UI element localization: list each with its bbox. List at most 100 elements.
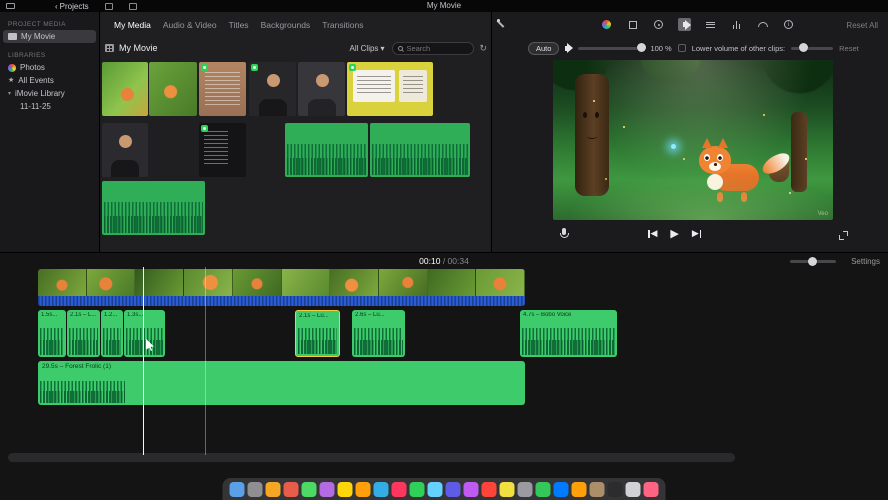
timeline-clip[interactable]: 1.3s... bbox=[124, 310, 165, 357]
dock-icon[interactable] bbox=[427, 481, 443, 497]
dock-icon[interactable] bbox=[481, 481, 497, 497]
volume-controls: Auto 100 % Lower volume of other clips: … bbox=[528, 41, 880, 55]
timeline-clip[interactable]: 2.6s – Lu... bbox=[352, 310, 405, 357]
sidebar-item-imovie-library[interactable]: ▾ iMovie Library bbox=[0, 87, 99, 100]
clips-filter-dropdown[interactable]: All Clips ▾ bbox=[350, 44, 385, 53]
voiceover-mic-icon[interactable] bbox=[560, 228, 569, 238]
media-thumbnail[interactable] bbox=[199, 62, 246, 116]
dock-icon[interactable] bbox=[373, 481, 389, 497]
dock-icon[interactable] bbox=[247, 481, 263, 497]
share-icon[interactable] bbox=[128, 2, 137, 10]
sidebar-item-library-date[interactable]: 11-11-25 bbox=[0, 100, 99, 113]
media-thumbnail[interactable] bbox=[249, 62, 296, 116]
tab-transitions[interactable]: Transitions bbox=[322, 20, 363, 30]
dock-icon[interactable] bbox=[445, 481, 461, 497]
back-to-projects-button[interactable]: ‹ Projects bbox=[55, 2, 89, 11]
person-badge-icon bbox=[201, 64, 208, 71]
auto-volume-button[interactable]: Auto bbox=[528, 41, 560, 55]
timeline-clip[interactable]: 1.5s... bbox=[38, 310, 66, 357]
enhance-wand-icon[interactable] bbox=[497, 19, 507, 29]
timeline-clip[interactable]: 1.2... bbox=[101, 310, 123, 357]
timeline-zoom-knob[interactable] bbox=[808, 256, 817, 266]
dock-icon[interactable] bbox=[355, 481, 371, 497]
play-button[interactable]: ▶ bbox=[670, 227, 678, 240]
crop-icon[interactable] bbox=[626, 18, 639, 31]
playhead[interactable] bbox=[143, 267, 144, 455]
dock-icon[interactable] bbox=[535, 481, 551, 497]
dock-icon[interactable] bbox=[571, 481, 587, 497]
grid-view-icon[interactable] bbox=[105, 44, 114, 52]
info-icon[interactable]: i bbox=[782, 18, 795, 31]
person-face bbox=[266, 74, 280, 87]
timeline-clip-background-music[interactable]: 29.5s – Forest Frolic (1) bbox=[38, 361, 525, 405]
media-thumbnail[interactable] bbox=[102, 123, 148, 177]
volume-reset-button[interactable]: Reset bbox=[839, 44, 859, 53]
timeline-video-audio-track[interactable] bbox=[38, 296, 525, 306]
previous-frame-button[interactable]: ◀ bbox=[648, 228, 657, 239]
volume-slider[interactable] bbox=[578, 43, 647, 52]
dock-icon[interactable] bbox=[283, 481, 299, 497]
timeline-zoom-slider[interactable] bbox=[790, 256, 836, 266]
dock-icon[interactable] bbox=[319, 481, 335, 497]
dock-icon[interactable] bbox=[463, 481, 479, 497]
import-media-icon[interactable] bbox=[104, 2, 113, 10]
fullscreen-icon[interactable] bbox=[839, 231, 848, 240]
media-thumbnail[interactable] bbox=[199, 123, 246, 177]
dock-icon[interactable] bbox=[643, 481, 659, 497]
dock-icon[interactable] bbox=[409, 481, 425, 497]
sidebar-item-all-events[interactable]: ★ All Events bbox=[0, 74, 99, 87]
next-frame-button[interactable]: ▶ bbox=[692, 228, 702, 239]
dock-icon[interactable] bbox=[553, 481, 569, 497]
media-thumbnail-audio[interactable] bbox=[102, 181, 205, 235]
sidebar-item-photos[interactable]: Photos bbox=[0, 61, 99, 74]
media-thumbnail-audio[interactable] bbox=[285, 123, 368, 177]
dock-icon[interactable] bbox=[337, 481, 353, 497]
tab-titles[interactable]: Titles bbox=[229, 20, 249, 30]
search-input[interactable] bbox=[406, 43, 467, 53]
dock-icon[interactable] bbox=[607, 481, 623, 497]
timecode-current: 00:10 bbox=[419, 256, 441, 266]
project-media-header: PROJECT MEDIA bbox=[8, 21, 66, 28]
speaker-icon[interactable] bbox=[565, 43, 574, 53]
color-correction-icon[interactable] bbox=[600, 18, 613, 31]
lower-volume-slider[interactable] bbox=[791, 43, 834, 52]
stabilization-icon[interactable] bbox=[652, 18, 665, 31]
tab-audio-video[interactable]: Audio & Video bbox=[163, 20, 217, 30]
equalizer-icon[interactable] bbox=[730, 18, 743, 31]
dock-icon[interactable] bbox=[589, 481, 605, 497]
dock-icon[interactable] bbox=[265, 481, 281, 497]
lower-volume-checkbox[interactable] bbox=[677, 44, 686, 52]
clips-filter-label: All Clips bbox=[349, 43, 379, 53]
media-thumbnail[interactable] bbox=[347, 62, 433, 116]
lower-volume-label: Lower volume of other clips: bbox=[691, 43, 786, 53]
volume-tool-icon[interactable] bbox=[678, 18, 691, 31]
tab-backgrounds[interactable]: Backgrounds bbox=[261, 20, 311, 30]
timeline-video-clip[interactable] bbox=[38, 269, 525, 296]
dock-icon[interactable] bbox=[391, 481, 407, 497]
timeline-scrollbar[interactable] bbox=[8, 453, 735, 462]
timeline-clip[interactable]: 2.1s – L... bbox=[67, 310, 100, 357]
reset-all-button[interactable]: Reset All bbox=[846, 21, 878, 30]
timeline-settings-button[interactable]: Settings bbox=[851, 257, 880, 266]
media-thumbnail[interactable] bbox=[102, 62, 148, 116]
dock-icon[interactable] bbox=[229, 481, 245, 497]
sidebar-item-my-movie[interactable]: My Movie bbox=[3, 30, 96, 43]
media-thumbnail-audio[interactable] bbox=[370, 123, 470, 177]
timeline-clip-selected[interactable]: 2.1s – Lu... bbox=[295, 310, 340, 357]
noise-reduction-icon[interactable] bbox=[704, 18, 717, 31]
lower-volume-knob[interactable] bbox=[799, 43, 809, 52]
media-browser-header: My Movie All Clips ▾ ↻ bbox=[105, 40, 487, 56]
preview-video[interactable]: Veo bbox=[553, 60, 833, 220]
media-thumbnail[interactable] bbox=[298, 62, 345, 116]
tab-my-media[interactable]: My Media bbox=[114, 20, 151, 30]
dock-icon[interactable] bbox=[625, 481, 641, 497]
volume-slider-knob[interactable] bbox=[637, 43, 647, 52]
dock-icon[interactable] bbox=[517, 481, 533, 497]
media-thumbnail[interactable] bbox=[149, 62, 197, 116]
timeline-clip[interactable]: 4.7s – Bobo Voice bbox=[520, 310, 617, 357]
speed-icon[interactable] bbox=[756, 18, 769, 31]
dock-icon[interactable] bbox=[301, 481, 317, 497]
dock-icon[interactable] bbox=[499, 481, 515, 497]
refresh-icon[interactable]: ↻ bbox=[479, 43, 487, 54]
sidebar-item-label: Photos bbox=[20, 63, 45, 72]
